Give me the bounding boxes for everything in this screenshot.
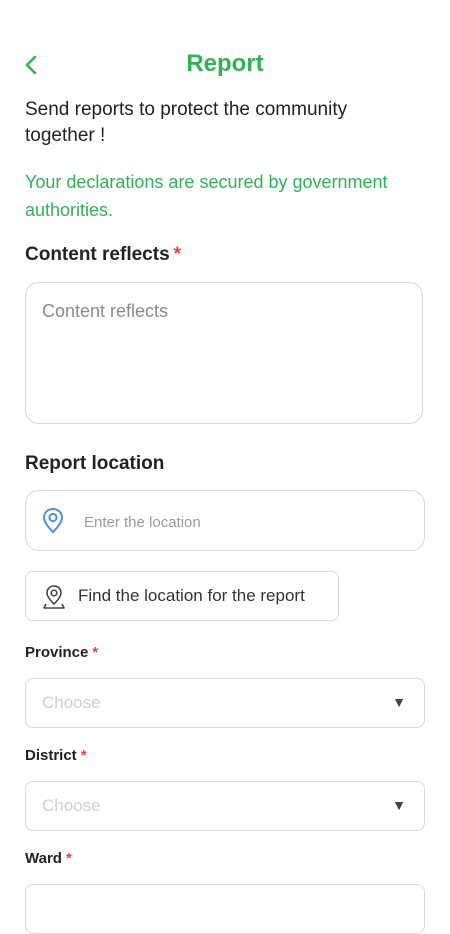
ward-label-text: Ward [25,850,62,867]
district-select[interactable]: Choose ▼ [25,781,425,831]
province-select[interactable]: Choose ▼ [25,678,425,728]
required-mark: * [65,850,72,867]
map-pin-outline-icon [43,585,65,609]
province-label: Province * [25,644,98,661]
district-label: District * [25,747,87,764]
required-mark: * [173,244,182,265]
content-label-text: Content reflects [25,244,170,265]
district-select-value: Choose [42,796,101,815]
content-label: Content reflects * [25,244,181,266]
province-select-value: Choose [42,693,101,712]
find-location-label: Find the location for the report [78,586,305,605]
header: Report [0,46,450,86]
ward-label: Ward * [25,850,72,867]
dropdown-arrow-icon: ▼ [392,694,406,710]
required-mark: * [92,644,99,661]
location-input[interactable] [82,509,406,535]
district-label-text: District [25,747,77,764]
security-notice: Your declarations are secured by governm… [25,172,388,220]
province-label-text: Province [25,644,89,661]
location-pin-icon [42,507,64,534]
location-input-container[interactable] [25,490,425,551]
ward-select[interactable] [25,884,425,934]
dropdown-arrow-icon: ▼ [392,797,406,813]
find-location-button[interactable]: Find the location for the report [25,571,339,621]
report-location-label: Report location [25,453,165,474]
page-title: Report [186,50,264,77]
required-mark: * [80,747,87,764]
intro-text: Send reports to protect the community to… [25,99,348,146]
content-textarea[interactable] [25,282,423,424]
